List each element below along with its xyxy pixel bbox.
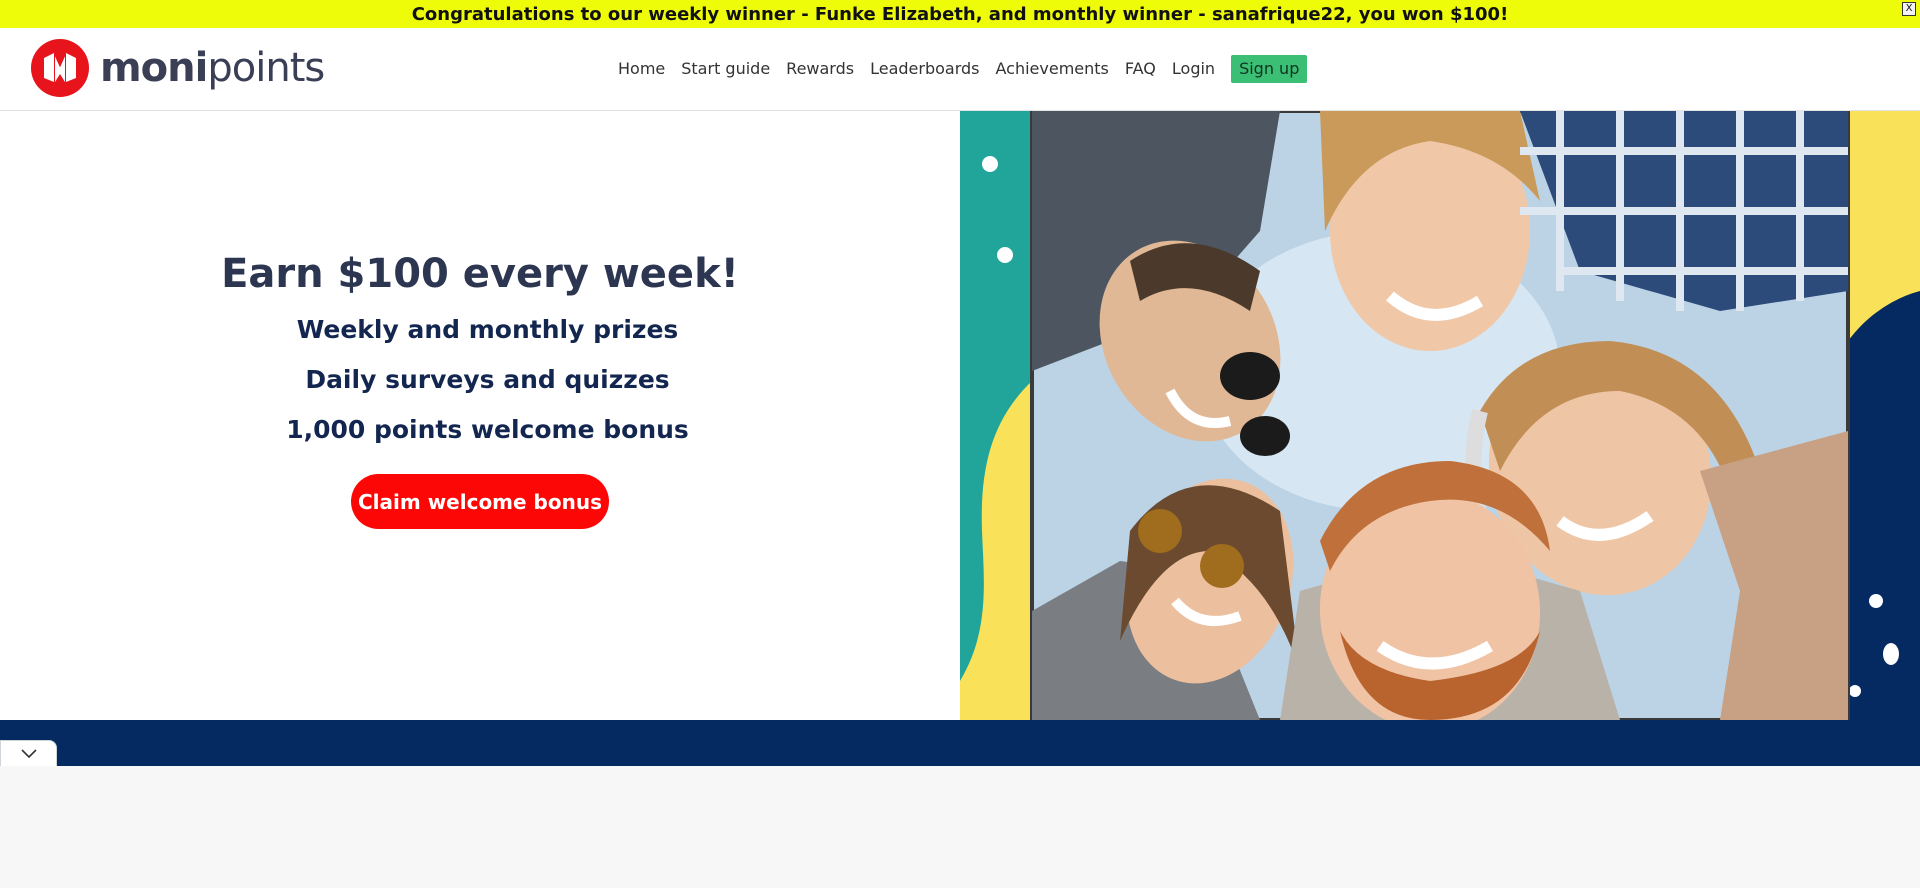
hero-headline: Earn $100 every week! (221, 251, 739, 297)
nav-achievements[interactable]: Achievements (996, 55, 1109, 83)
nav-leaderboards[interactable]: Leaderboards (870, 55, 979, 83)
brand-wordmark: monipoints (100, 45, 325, 91)
hero-section: Earn $100 every week! Weekly and monthly… (0, 111, 1920, 720)
close-announcement-button[interactable]: X (1902, 2, 1916, 16)
claim-welcome-bonus-button[interactable]: Claim welcome bonus (351, 474, 609, 529)
hero-artwork (960, 111, 1920, 720)
nav-login[interactable]: Login (1172, 55, 1215, 83)
chevron-down-icon (20, 748, 37, 758)
site-logo[interactable]: monipoints (30, 38, 325, 98)
nav-faq[interactable]: FAQ (1125, 55, 1156, 83)
brand-name-light: points (207, 45, 325, 91)
site-header: monipoints Home Start guide Rewards Lead… (0, 28, 1920, 111)
hero-content: Earn $100 every week! Weekly and monthly… (0, 111, 960, 720)
nav-rewards[interactable]: Rewards (786, 55, 854, 83)
feature-daily-surveys: Daily surveys and quizzes (305, 365, 670, 394)
group-photo-image (1030, 111, 1850, 720)
signup-button[interactable]: Sign up (1231, 55, 1308, 83)
feature-welcome-bonus: 1,000 points welcome bonus (286, 415, 689, 444)
collapse-toggle-button[interactable] (0, 740, 57, 766)
hero-illustration (960, 111, 1920, 720)
announcement-bar: Congratulations to our weekly winner - F… (0, 0, 1920, 28)
nav-start-guide[interactable]: Start guide (681, 55, 770, 83)
announcement-text: Congratulations to our weekly winner - F… (411, 3, 1509, 25)
feature-weekly-prizes: Weekly and monthly prizes (296, 315, 679, 344)
main-nav: Home Start guide Rewards Leaderboards Ac… (618, 55, 1308, 83)
brand-name-bold: moni (100, 45, 208, 91)
monipoints-logo-icon (31, 39, 89, 97)
nav-home[interactable]: Home (618, 55, 665, 83)
footer-band (0, 720, 1920, 766)
